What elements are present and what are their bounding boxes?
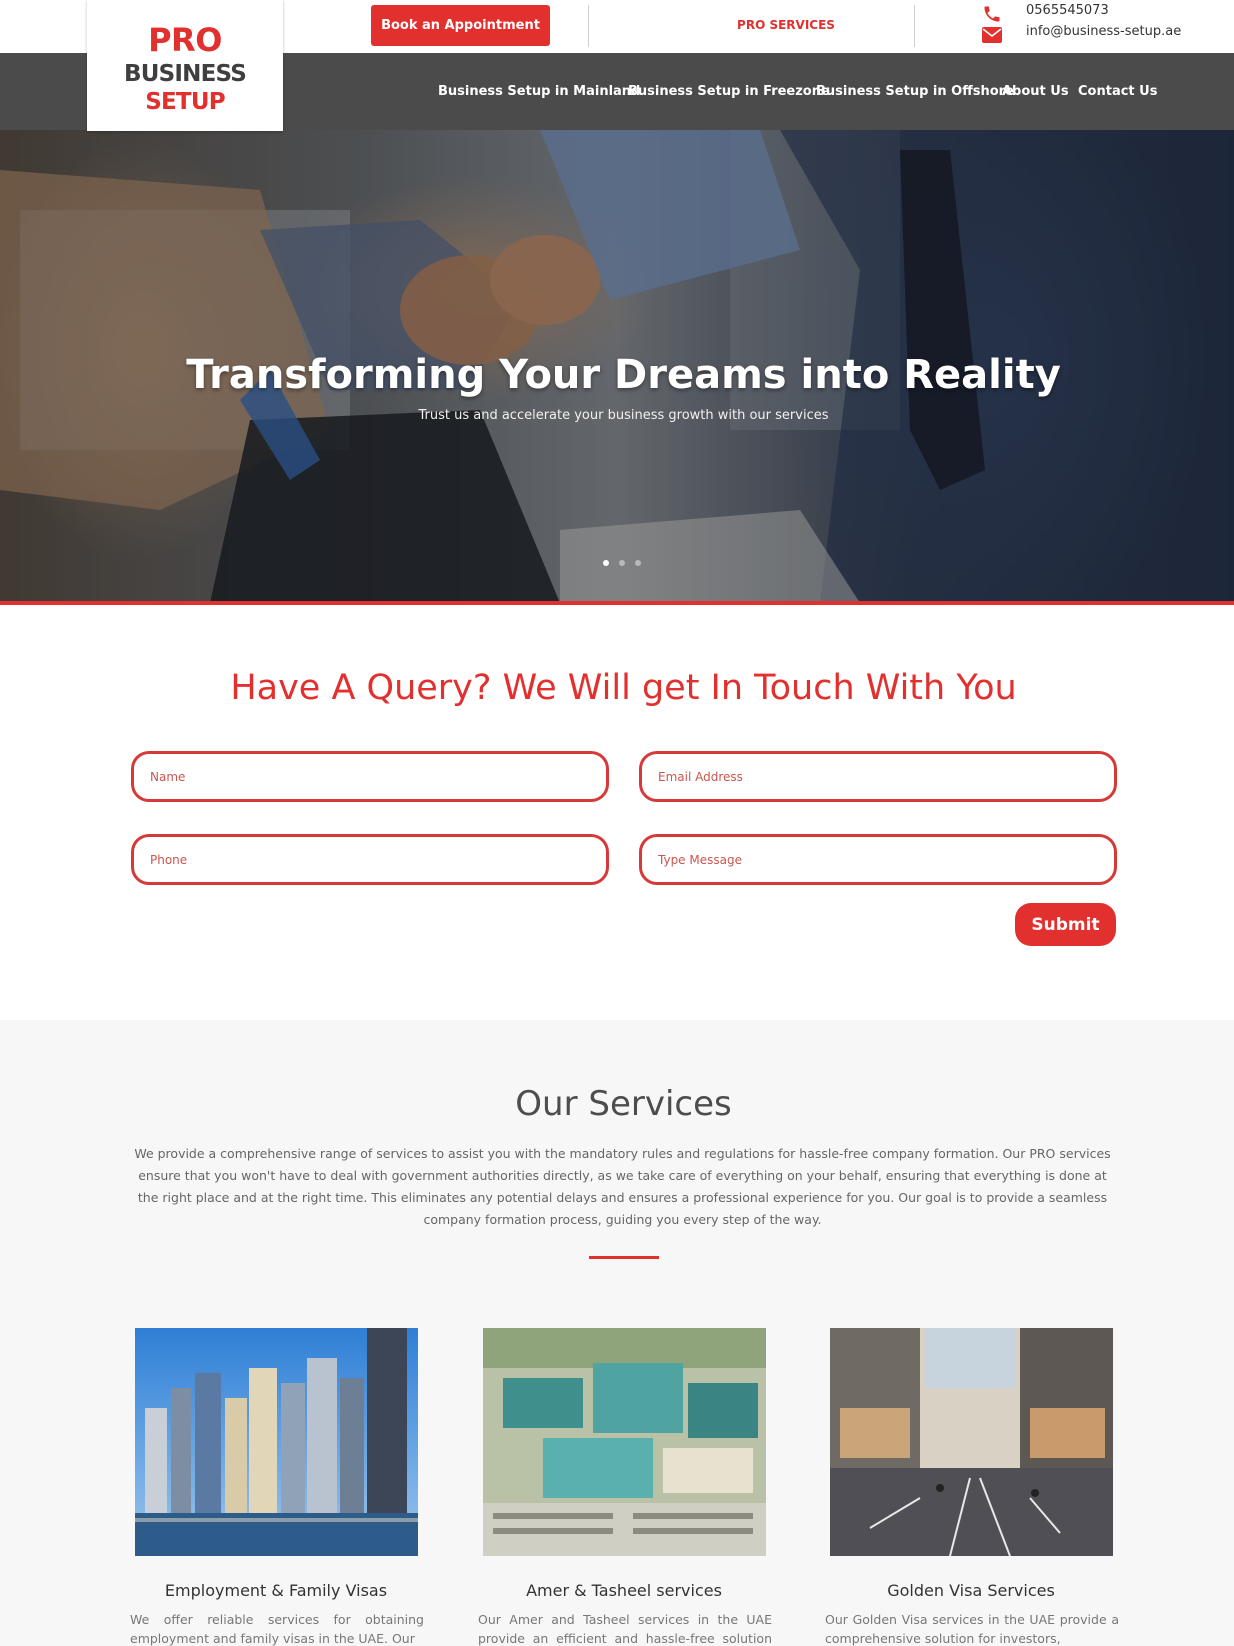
services-title: Our Services [515, 1084, 732, 1124]
service-card-title[interactable]: Employment & Family Visas [126, 1581, 426, 1600]
amer-tasheel-image[interactable] [483, 1328, 766, 1556]
email-icon [982, 27, 1002, 47]
service-card-text: Our Amer and Tasheel services in the UAE… [478, 1612, 772, 1646]
slider-dot[interactable] [603, 560, 609, 566]
phone-icon [982, 4, 1002, 28]
section-divider [589, 1256, 659, 1259]
service-card-text: We offer reliable services for obtaining… [130, 1612, 424, 1646]
slider-dots [603, 560, 641, 566]
service-card-title[interactable]: Amer & Tasheel services [474, 1581, 774, 1600]
pro-services-link[interactable]: PRO SERVICES [700, 18, 872, 32]
logo-pro-text: PRO [148, 21, 222, 59]
phone-field[interactable] [131, 834, 609, 885]
phone-number[interactable]: 0565545073 [1026, 3, 1109, 18]
divider [914, 5, 915, 47]
nav-item-freezone[interactable]: Business Setup in Freezone [628, 84, 830, 99]
logo[interactable]: PRO BUSINESS SETUP [87, 0, 283, 131]
hero-title: Transforming Your Dreams into Reality [186, 352, 1061, 398]
services-section: Our Services We provide a comprehensive … [0, 1020, 1234, 1646]
nav-item-contact-us[interactable]: Contact Us [1078, 84, 1157, 99]
nav-item-offshore[interactable]: Business Setup in Offshore [816, 84, 1014, 99]
book-appointment-button[interactable]: Book an Appointment [371, 5, 550, 46]
name-field[interactable] [131, 751, 609, 802]
logo-business-setup-text: BUSINESS SETUP [124, 61, 247, 115]
divider [588, 5, 589, 47]
hero-subtitle: Trust us and accelerate your business gr… [418, 408, 829, 423]
nav-item-mainland[interactable]: Business Setup in Mainland [438, 84, 640, 99]
message-field[interactable] [639, 834, 1117, 885]
service-card-title[interactable]: Golden Visa Services [821, 1581, 1121, 1600]
slider-dot[interactable] [619, 560, 625, 566]
employment-visas-image[interactable] [135, 1328, 418, 1556]
email-field[interactable] [639, 751, 1117, 802]
services-description: We provide a comprehensive range of serv… [134, 1146, 1111, 1227]
golden-visa-image[interactable] [830, 1328, 1113, 1556]
nav-item-about-us[interactable]: About Us [1002, 84, 1069, 99]
query-heading: Have A Query? We Will get In Touch With … [230, 668, 1017, 708]
email-address[interactable]: info@business-setup.ae [1026, 24, 1181, 39]
slider-dot[interactable] [635, 560, 641, 566]
submit-button[interactable]: Submit [1015, 903, 1116, 946]
service-card-text: Our Golden Visa services in the UAE prov… [825, 1612, 1119, 1646]
hero-divider [0, 601, 1234, 605]
hero-slider[interactable]: Transforming Your Dreams into Reality Tr… [0, 130, 1234, 603]
